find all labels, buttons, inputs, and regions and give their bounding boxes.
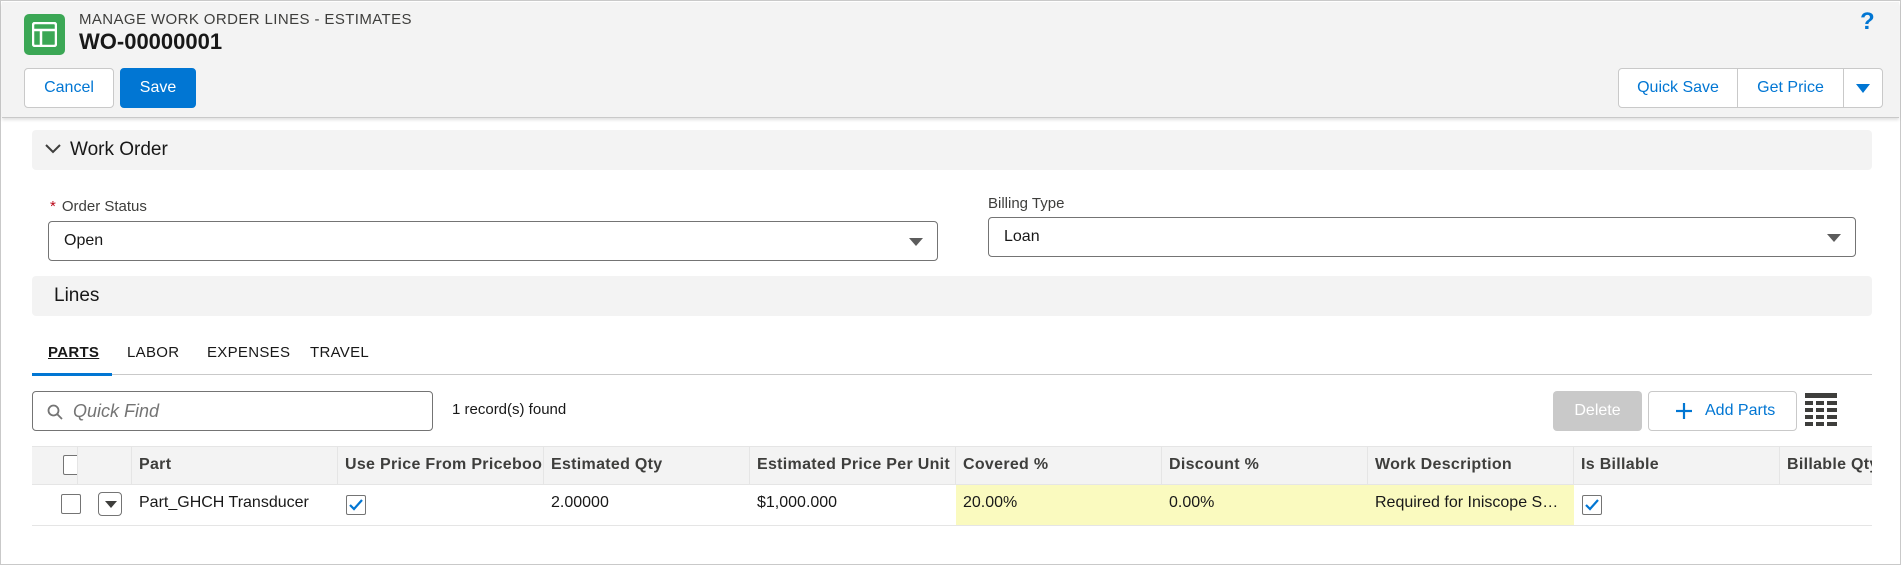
- column-header-estimated-qty[interactable]: Estimated Qty: [544, 447, 750, 485]
- work-order-section-title: Work Order: [70, 139, 168, 160]
- add-parts-button[interactable]: Add Parts: [1648, 391, 1797, 431]
- get-price-button[interactable]: Get Price: [1738, 69, 1844, 107]
- quick-find-input[interactable]: [73, 399, 423, 423]
- table-header: Part Use Price From Pricebook Estimated …: [32, 446, 1872, 485]
- cell-discount-pct[interactable]: 0.00%: [1162, 485, 1368, 525]
- order-status-value: Open: [64, 232, 104, 249]
- caret-down-icon: [1827, 234, 1841, 242]
- grid-settings-icon[interactable]: [1804, 391, 1838, 429]
- record-count: 1 record(s) found: [452, 401, 567, 418]
- chevron-down-icon: [45, 144, 61, 154]
- column-header-covered-pct[interactable]: Covered %: [956, 447, 1162, 485]
- select-all-checkbox[interactable]: [63, 455, 77, 475]
- page-eyebrow: MANAGE WORK ORDER LINES - ESTIMATES: [79, 11, 412, 28]
- cancel-button[interactable]: Cancel: [24, 68, 114, 108]
- order-status-combobox[interactable]: Open: [48, 221, 938, 261]
- cell-covered-pct[interactable]: 20.00%: [956, 485, 1162, 525]
- cell-work-description[interactable]: Required for Iniscope System: [1368, 485, 1574, 525]
- column-header-discount-pct[interactable]: Discount %: [1162, 447, 1368, 485]
- quick-find-search: [32, 391, 433, 431]
- tab-labor[interactable]: LABOR: [127, 344, 179, 361]
- is-billable-checkbox[interactable]: [1582, 495, 1602, 515]
- page-header: MANAGE WORK ORDER LINES - ESTIMATES WO-0…: [2, 2, 1899, 118]
- tab-expenses[interactable]: EXPENSES: [207, 344, 290, 361]
- tab-parts[interactable]: PARTS: [48, 344, 99, 361]
- select-all-cell: [32, 447, 78, 485]
- row-actions-header: [78, 447, 132, 485]
- required-marker: *: [50, 198, 56, 215]
- checkmark-icon: [1585, 499, 1599, 511]
- quick-save-button[interactable]: Quick Save: [1619, 69, 1738, 107]
- cell-billable-qty[interactable]: [1780, 485, 1872, 525]
- billing-type-value: Loan: [1004, 228, 1040, 245]
- cell-use-price-from-pricebook: [338, 485, 544, 525]
- column-header-part[interactable]: Part: [132, 447, 338, 485]
- cell-estimated-price-per-unit[interactable]: $1,000.000: [750, 485, 956, 525]
- column-header-work-description[interactable]: Work Description: [1368, 447, 1574, 485]
- column-header-is-billable[interactable]: Is Billable: [1574, 447, 1780, 485]
- help-icon[interactable]: ?: [1860, 8, 1875, 36]
- caret-down-icon: [105, 501, 117, 508]
- work-order-section-header[interactable]: Work Order: [32, 130, 1872, 170]
- plus-icon: [1676, 403, 1692, 419]
- parts-table: Part Use Price From Pricebook Estimated …: [32, 446, 1872, 528]
- billing-type-label: Billing Type: [988, 195, 1065, 212]
- app-frame: MANAGE WORK ORDER LINES - ESTIMATES WO-0…: [0, 0, 1901, 565]
- column-header-billable-qty[interactable]: Billable Qty: [1780, 447, 1872, 485]
- column-header-use-price-from-pricebook[interactable]: Use Price From Pricebook: [338, 447, 544, 485]
- row-actions-menu[interactable]: [98, 492, 122, 516]
- lines-section-header: Lines: [32, 276, 1872, 316]
- save-button[interactable]: Save: [120, 68, 196, 108]
- line-type-tabs: PARTS LABOR EXPENSES TRAVEL: [32, 332, 1872, 376]
- search-icon: [47, 404, 63, 420]
- cell-is-billable: [1574, 485, 1780, 525]
- table-app-icon: [24, 14, 65, 55]
- cell-estimated-qty[interactable]: 2.00000: [544, 485, 750, 525]
- add-parts-label: Add Parts: [1705, 402, 1776, 419]
- action-button-group: Quick Save Get Price: [1618, 68, 1883, 108]
- more-actions-button[interactable]: [1844, 69, 1882, 107]
- caret-down-icon: [1856, 83, 1870, 93]
- order-status-label: * Order Status: [50, 198, 147, 215]
- table-row: Part_GHCH Transducer 2.00000 $1,000.000 …: [32, 485, 1872, 526]
- lines-section-title: Lines: [54, 285, 100, 306]
- delete-button[interactable]: Delete: [1553, 391, 1642, 431]
- column-header-estimated-price-per-unit[interactable]: Estimated Price Per Unit: [750, 447, 956, 485]
- checkmark-icon: [349, 499, 363, 511]
- active-tab-indicator: [32, 373, 112, 376]
- use-price-from-pricebook-checkbox[interactable]: [346, 495, 366, 515]
- billing-type-combobox[interactable]: Loan: [988, 217, 1856, 257]
- page-title: WO-00000001: [79, 29, 223, 54]
- row-select-checkbox[interactable]: [61, 494, 81, 514]
- tab-travel[interactable]: TRAVEL: [310, 344, 369, 361]
- cell-part[interactable]: Part_GHCH Transducer: [132, 485, 338, 525]
- caret-down-icon: [909, 238, 923, 246]
